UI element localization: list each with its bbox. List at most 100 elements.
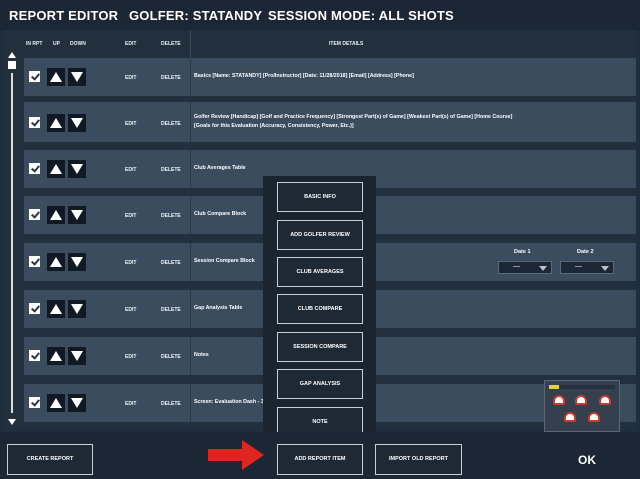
move-up-button[interactable]: [47, 206, 65, 224]
triangle-down-icon: [71, 257, 83, 267]
vertical-scrollbar[interactable]: [4, 48, 20, 430]
move-down-button[interactable]: [68, 114, 86, 132]
delete-button[interactable]: DELETE: [161, 354, 181, 360]
edit-button[interactable]: EDIT: [125, 307, 136, 313]
move-down-button[interactable]: [68, 253, 86, 271]
edit-button[interactable]: EDIT: [125, 213, 136, 219]
triangle-down-icon: [71, 351, 83, 361]
date2-dropdown[interactable]: —: [560, 261, 614, 274]
scroll-track[interactable]: [11, 73, 13, 413]
move-down-button[interactable]: [68, 160, 86, 178]
gauge-icon: [599, 395, 611, 405]
scroll-down-icon[interactable]: [8, 419, 16, 425]
triangle-down-icon: [71, 72, 83, 82]
move-up-button[interactable]: [47, 347, 65, 365]
title-bar: REPORT EDITOR GOLFER: STATANDY SESSION M…: [0, 0, 640, 30]
move-down-button[interactable]: [68, 394, 86, 412]
edit-button[interactable]: EDIT: [125, 167, 136, 173]
date1-dropdown[interactable]: —: [498, 261, 552, 274]
cell-divider: [190, 243, 191, 281]
col-edit: EDIT: [125, 41, 137, 47]
table-row: EDIT DELETE Basics [Name: STATANDY] [Pro…: [24, 58, 636, 96]
red-arrow-right-icon: [208, 440, 264, 470]
item-details: Golfer Review [Handicap] [Golf and Pract…: [194, 114, 513, 129]
checkbox-checked-icon[interactable]: [29, 303, 40, 314]
triangle-up-icon: [50, 210, 62, 220]
move-down-button[interactable]: [68, 68, 86, 86]
delete-button[interactable]: DELETE: [161, 307, 181, 313]
add-report-item-button[interactable]: ADD REPORT ITEM: [277, 444, 363, 475]
triangle-down-icon: [71, 304, 83, 314]
checkbox-checked-icon[interactable]: [29, 209, 40, 220]
move-up-button[interactable]: [47, 160, 65, 178]
thumbnail-header-bar: [549, 385, 615, 389]
delete-button[interactable]: DELETE: [161, 401, 181, 407]
menu-item-add-golfer-review[interactable]: ADD GOLFER REVIEW: [277, 220, 363, 250]
checkbox-checked-icon[interactable]: [29, 163, 40, 174]
checkbox-checked-icon[interactable]: [29, 397, 40, 408]
item-details: Basics [Name: STATANDY] [Pro/Instructor]…: [194, 73, 414, 79]
col-item-details: ITEM DETAILS: [329, 41, 364, 47]
triangle-up-icon: [50, 257, 62, 267]
move-down-button[interactable]: [68, 206, 86, 224]
move-up-button[interactable]: [47, 253, 65, 271]
page-title: REPORT EDITOR: [9, 8, 119, 23]
checkbox-checked-icon[interactable]: [29, 350, 40, 361]
scroll-thumb[interactable]: [8, 61, 16, 69]
triangle-up-icon: [50, 398, 62, 408]
date2-label: Date 2: [577, 249, 594, 255]
scroll-up-icon[interactable]: [8, 52, 16, 58]
menu-item-basic-info[interactable]: BASIC INFO: [277, 182, 363, 212]
cell-divider: [190, 102, 191, 142]
menu-item-club-averages[interactable]: CLUB AVERAGES: [277, 257, 363, 287]
cell-divider: [190, 384, 191, 422]
add-report-item-menu: BASIC INFO ADD GOLFER REVIEW CLUB AVERAG…: [263, 176, 376, 438]
cell-divider: [190, 196, 191, 234]
chevron-down-icon: [539, 266, 547, 271]
move-up-button[interactable]: [47, 394, 65, 412]
col-down: DOWN: [70, 41, 86, 47]
col-delete: DELETE: [161, 41, 181, 47]
edit-button[interactable]: EDIT: [125, 354, 136, 360]
checkbox-checked-icon[interactable]: [29, 71, 40, 82]
triangle-down-icon: [71, 210, 83, 220]
move-up-button[interactable]: [47, 114, 65, 132]
checkbox-checked-icon[interactable]: [29, 256, 40, 267]
edit-button[interactable]: EDIT: [125, 75, 136, 81]
triangle-up-icon: [50, 351, 62, 361]
thumbnail-accent: [549, 385, 559, 389]
triangle-up-icon: [50, 72, 62, 82]
gauge-icon: [575, 395, 587, 405]
edit-button[interactable]: EDIT: [125, 401, 136, 407]
move-up-button[interactable]: [47, 68, 65, 86]
col-up: UP: [53, 41, 60, 47]
menu-item-club-compare[interactable]: CLUB COMPARE: [277, 294, 363, 324]
menu-item-gap-analysis[interactable]: GAP ANALYSIS: [277, 369, 363, 399]
import-old-report-button[interactable]: IMPORT OLD REPORT: [375, 444, 462, 475]
gauge-icon: [588, 412, 600, 422]
move-down-button[interactable]: [68, 300, 86, 318]
delete-button[interactable]: DELETE: [161, 75, 181, 81]
gauge-icon: [553, 395, 565, 405]
date1-label: Date 1: [514, 249, 531, 255]
item-details: Club Averages Table: [194, 165, 246, 171]
move-down-button[interactable]: [68, 347, 86, 365]
delete-button[interactable]: DELETE: [161, 121, 181, 127]
triangle-up-icon: [50, 118, 62, 128]
delete-button[interactable]: DELETE: [161, 260, 181, 266]
checkbox-checked-icon[interactable]: [29, 117, 40, 128]
edit-button[interactable]: EDIT: [125, 121, 136, 127]
delete-button[interactable]: DELETE: [161, 167, 181, 173]
delete-button[interactable]: DELETE: [161, 213, 181, 219]
create-report-button[interactable]: CREATE REPORT: [7, 444, 93, 475]
cell-divider: [190, 58, 191, 96]
golfer-label: GOLFER: STATANDY: [129, 8, 263, 23]
move-up-button[interactable]: [47, 300, 65, 318]
session-mode-label: SESSION MODE: ALL SHOTS: [268, 8, 454, 23]
evaluation-dash-thumbnail: [544, 380, 620, 432]
ok-button[interactable]: OK: [578, 453, 596, 467]
table-row: EDIT DELETE Golfer Review [Handicap] [Go…: [24, 102, 636, 142]
edit-button[interactable]: EDIT: [125, 260, 136, 266]
triangle-up-icon: [50, 164, 62, 174]
menu-item-session-compare[interactable]: SESSION COMPARE: [277, 332, 363, 362]
